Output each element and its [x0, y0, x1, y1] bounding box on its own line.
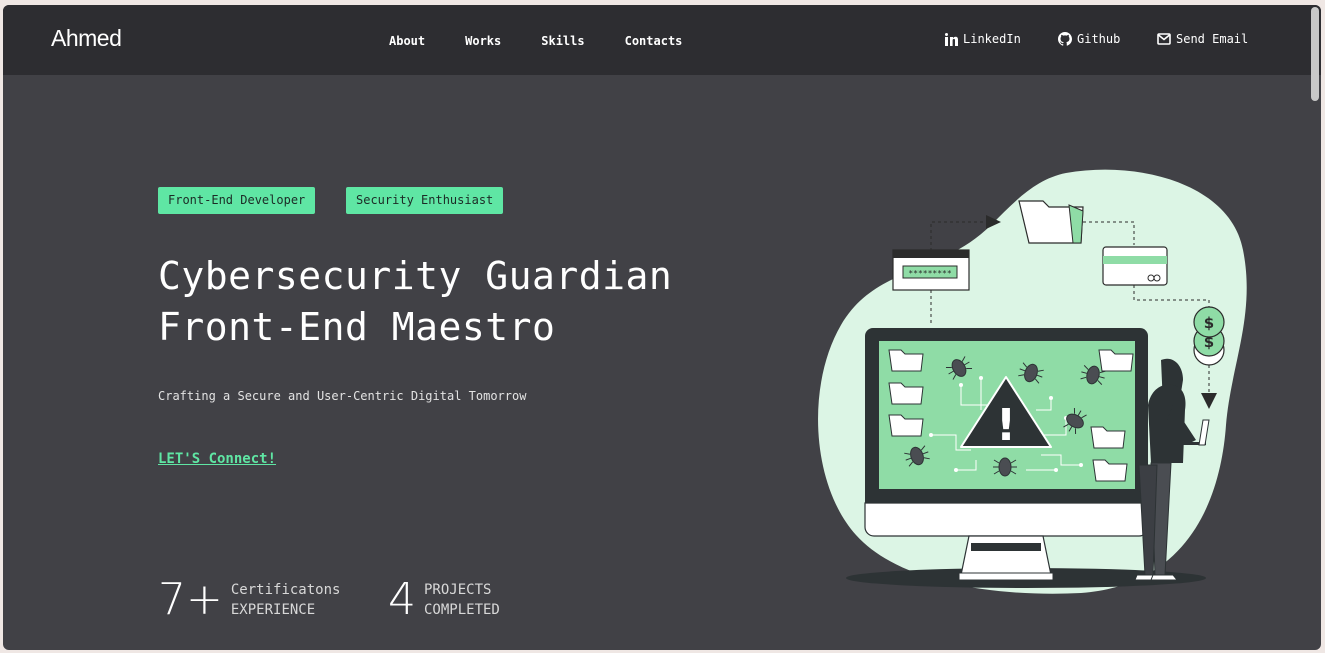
nav-link-about[interactable]: About — [389, 34, 425, 48]
stat-label-line-1: PROJECTS — [424, 582, 492, 598]
folder-icon-top — [1018, 200, 1084, 244]
nav-link-skills[interactable]: Skills — [541, 34, 584, 48]
cybersecurity-illustration: ********* $ $ ! — [818, 169, 1247, 594]
nav-link-contacts[interactable]: Contacts — [625, 34, 683, 48]
brand-logo[interactable]: Ahmed — [51, 25, 122, 52]
send-email-label: Send Email — [1176, 32, 1249, 46]
tag-security-enthusiast: Security Enthusiast — [346, 187, 504, 214]
svg-text:!: ! — [996, 400, 1016, 451]
connect-link[interactable]: LET'S Connect! — [158, 451, 276, 467]
nav-link-works[interactable]: Works — [465, 34, 501, 48]
github-icon — [1058, 32, 1072, 46]
scrollbar[interactable] — [1311, 7, 1319, 101]
page-frame: Ahmed About Works Skills Contacts Linked… — [3, 5, 1321, 650]
stat-number: 7+ — [158, 574, 223, 625]
stat-number: 4 — [388, 574, 416, 625]
stat-projects: 4 PROJECTS COMPLETED — [388, 578, 500, 622]
github-link[interactable]: Github — [1058, 32, 1120, 46]
navbar: Ahmed About Works Skills Contacts Linked… — [3, 5, 1321, 75]
linkedin-link[interactable]: LinkedIn — [945, 32, 1021, 46]
github-label: Github — [1077, 32, 1121, 46]
stat-certifications: 7+ Certificatons EXPERIENCE — [158, 578, 340, 622]
dollar-coins-icon: $ $ — [1193, 306, 1225, 366]
svg-text:*********: ********* — [908, 269, 952, 278]
stat-label-line-2: COMPLETED — [424, 602, 500, 618]
send-email-link[interactable]: Send Email — [1157, 32, 1248, 46]
password-window-icon: ********* — [892, 249, 970, 291]
stat-label: PROJECTS COMPLETED — [424, 580, 500, 620]
stat-label-line-2: EXPERIENCE — [230, 602, 316, 618]
envelope-icon — [1157, 33, 1171, 45]
tag-front-end-developer: Front-End Developer — [158, 187, 316, 214]
headline-line-1: Cybersecurity Guardian — [158, 254, 673, 298]
stat-label: Certificatons EXPERIENCE — [231, 580, 341, 620]
linkedin-icon — [945, 32, 958, 46]
credit-card-icon — [1102, 246, 1168, 286]
stat-label-line-1: Certificatons — [230, 582, 341, 598]
headline-line-2: Front-End Maestro — [158, 305, 556, 349]
hero-subtitle: Crafting a Secure and User-Centric Digit… — [158, 389, 527, 403]
hero-headline: Cybersecurity Guardian Front-End Maestro — [158, 251, 672, 353]
svg-text:$: $ — [1204, 314, 1214, 332]
linkedin-label: LinkedIn — [963, 32, 1021, 46]
nav-links: About Works Skills Contacts — [389, 34, 722, 48]
